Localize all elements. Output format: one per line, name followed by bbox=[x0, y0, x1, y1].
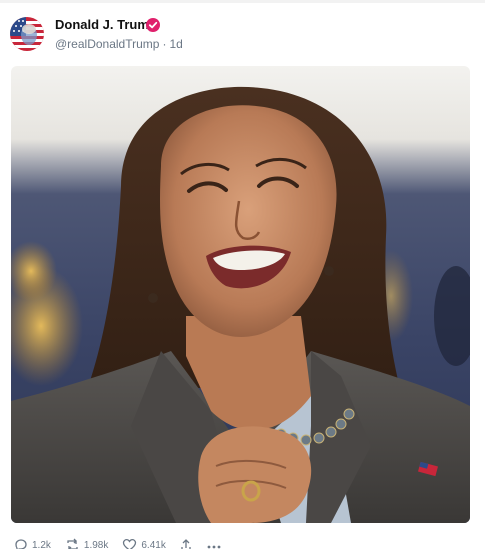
repost-icon bbox=[67, 538, 78, 549]
post-card: Donald J. Trump @realDonaldTrump · 1d 1.… bbox=[0, 0, 485, 549]
post-meta: @realDonaldTrump · 1d bbox=[55, 37, 183, 52]
like-count: 6.41k bbox=[141, 539, 166, 549]
verified-badge-icon bbox=[146, 18, 160, 32]
author-handle[interactable]: @realDonaldTrump bbox=[55, 37, 159, 51]
author-display-name[interactable]: Donald J. Trump bbox=[55, 17, 157, 33]
more-options-button[interactable] bbox=[206, 538, 222, 549]
post-image[interactable] bbox=[11, 66, 470, 523]
divider bbox=[0, 0, 485, 3]
share-button[interactable] bbox=[180, 538, 192, 549]
share-icon bbox=[181, 539, 191, 549]
meta-separator: · bbox=[162, 37, 167, 51]
flag-avatar-icon bbox=[10, 17, 44, 51]
reply-count: 1.2k bbox=[32, 539, 51, 549]
reply-button[interactable]: 1.2k bbox=[14, 538, 51, 549]
repost-count: 1.98k bbox=[83, 539, 109, 549]
author-avatar[interactable] bbox=[10, 17, 44, 51]
more-icon bbox=[207, 545, 221, 549]
like-button[interactable]: 6.41k bbox=[122, 538, 166, 549]
post-timestamp[interactable]: 1d bbox=[169, 37, 182, 51]
post-actions: 1.2k 1.98k 6.41k bbox=[14, 538, 222, 549]
repost-button[interactable]: 1.98k bbox=[65, 538, 108, 549]
heart-icon bbox=[123, 538, 137, 549]
reply-icon bbox=[15, 539, 27, 549]
portrait-photo bbox=[11, 66, 470, 523]
